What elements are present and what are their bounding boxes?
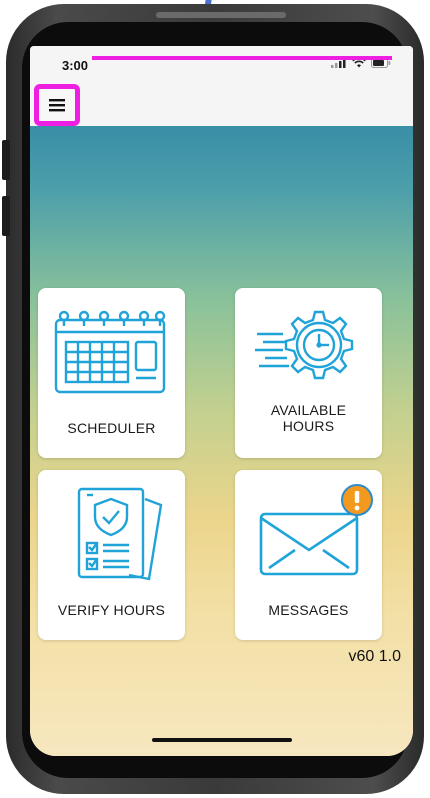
available-hours-tile[interactable]: AVAILABLE HOURS — [235, 288, 382, 458]
app-version: v60 1.0 — [348, 648, 401, 665]
scheduler-tile[interactable]: SCHEDULER — [38, 288, 185, 458]
annotation-line-magenta — [92, 56, 392, 60]
device-mockup: 3:00 SCHEDULER AVAILABLE HOURS VERIFY HO… — [0, 0, 430, 798]
dashboard: SCHEDULER AVAILABLE HOURS VERIFY HOURS M… — [30, 126, 413, 756]
menu-button[interactable] — [34, 84, 80, 126]
phone-side-button — [2, 140, 10, 180]
hamburger-menu-icon — [49, 99, 65, 112]
status-bar: 3:00 — [30, 46, 413, 84]
verify-hours-tile[interactable]: VERIFY HOURS — [38, 470, 185, 640]
app-screen: 3:00 SCHEDULER AVAILABLE HOURS VERIFY HO… — [30, 46, 413, 756]
clock-gear-icon — [254, 310, 353, 380]
home-indicator[interactable] — [152, 738, 292, 742]
status-time: 3:00 — [62, 58, 89, 73]
checklist-shield-icon — [77, 487, 162, 581]
phone-speaker — [156, 12, 286, 18]
app-bar — [30, 84, 413, 126]
envelope-alert-icon — [259, 484, 373, 576]
messages-tile[interactable]: MESSAGES — [235, 470, 382, 640]
messages-label: MESSAGES — [268, 602, 349, 618]
verify-hours-label: VERIFY HOURS — [57, 602, 166, 618]
alert-badge-icon — [340, 484, 373, 516]
scheduler-label: SCHEDULER — [67, 420, 156, 436]
phone-side-button — [2, 196, 10, 236]
available-hours-label: AVAILABLE HOURS — [270, 402, 347, 434]
calendar-icon — [54, 310, 165, 394]
